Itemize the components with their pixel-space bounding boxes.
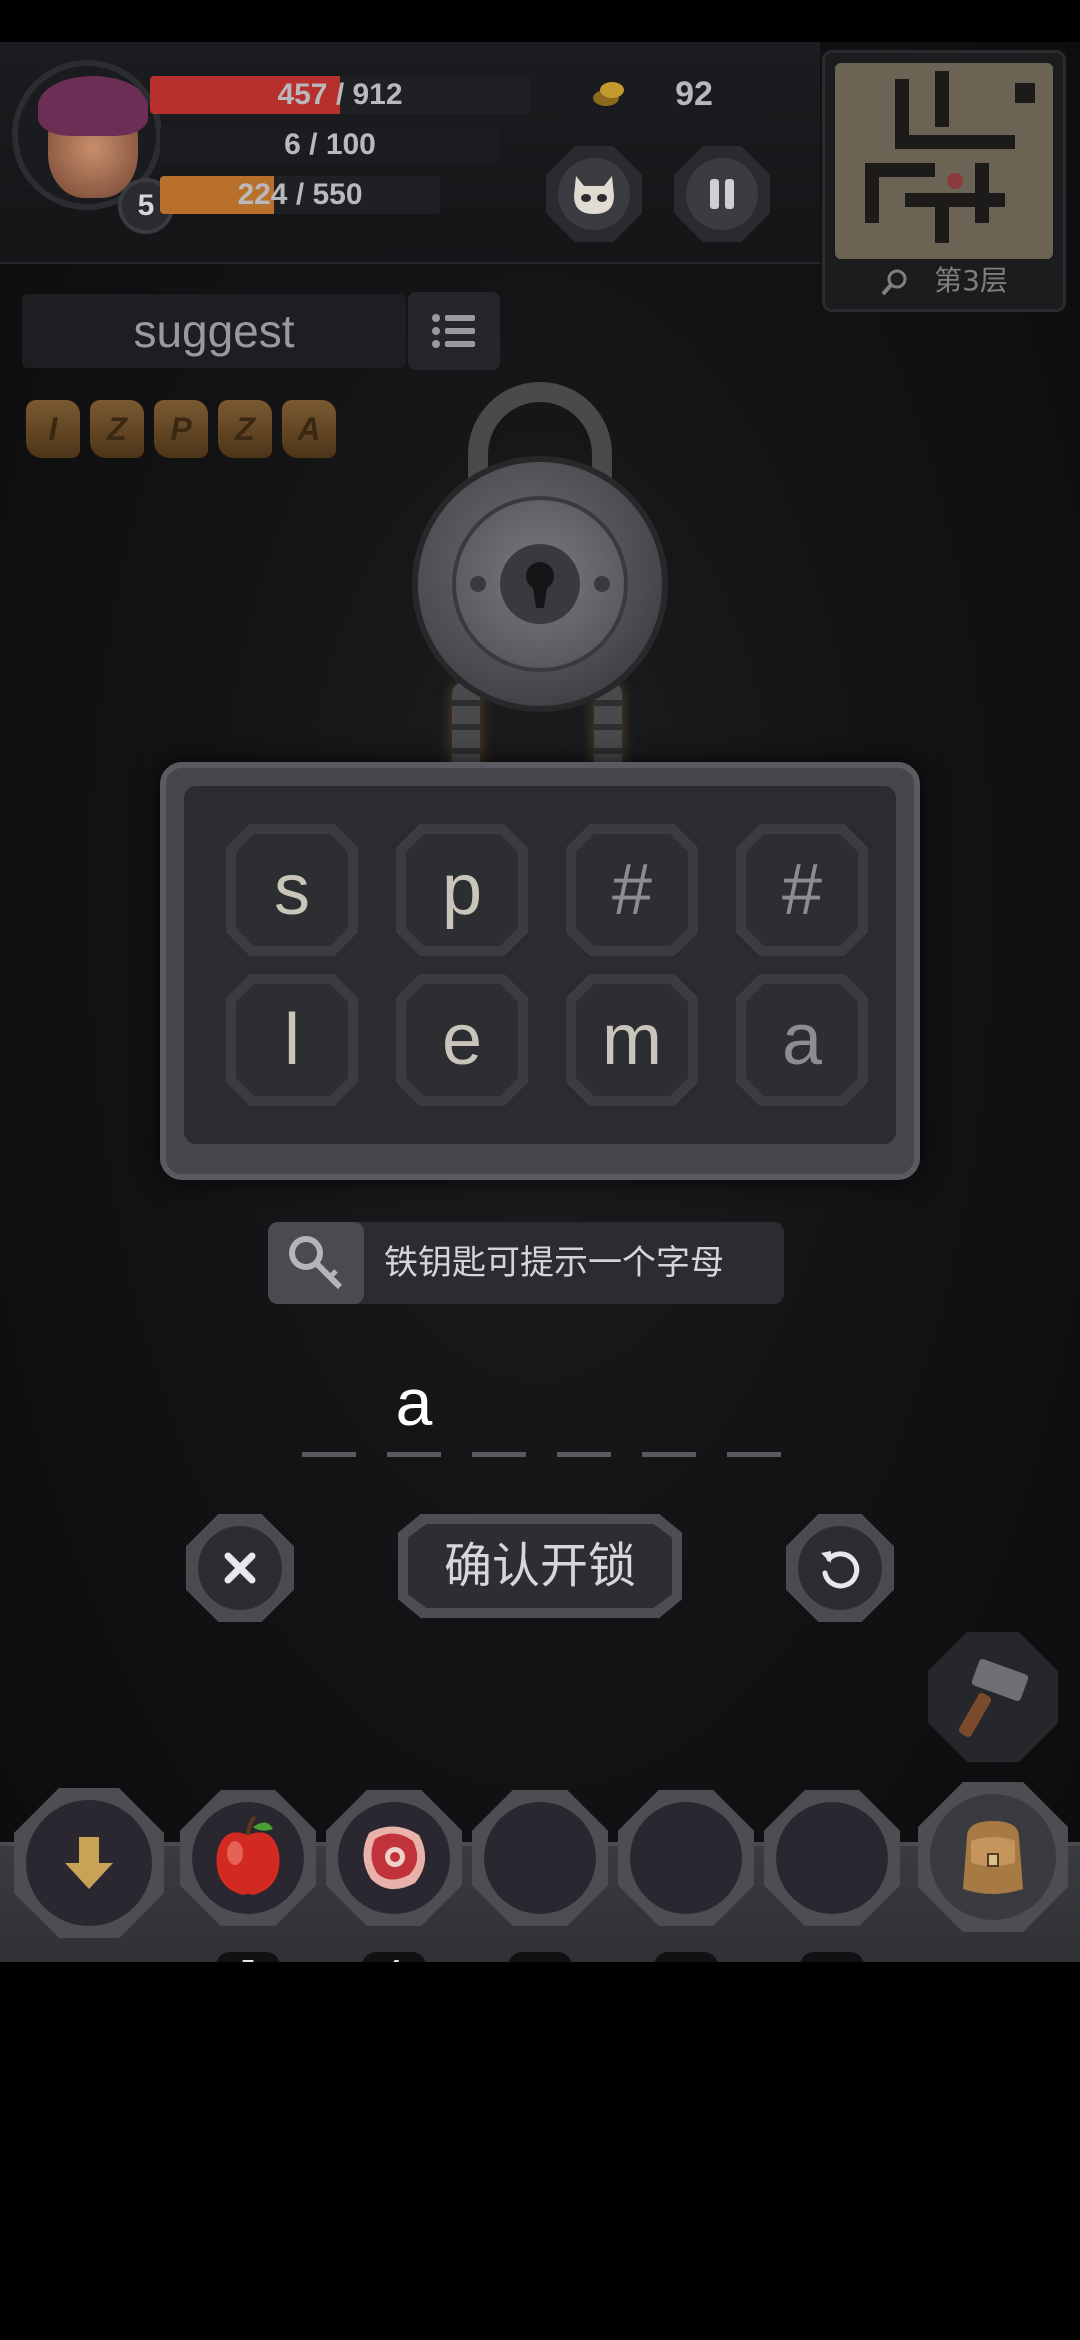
inventory-slot-apple[interactable] bbox=[180, 1790, 316, 1926]
key-hint-button[interactable]: 铁钥匙可提示一个字母 bbox=[268, 1222, 784, 1304]
rune-stone: I bbox=[26, 400, 80, 458]
item-count: 5 bbox=[216, 1952, 280, 1962]
letter-tile-label: p bbox=[406, 834, 518, 946]
item-count bbox=[654, 1952, 718, 1962]
letter-tile[interactable]: e bbox=[396, 974, 528, 1106]
avatar-hair bbox=[38, 76, 148, 136]
letter-tile[interactable]: l bbox=[226, 974, 358, 1106]
backpack-icon bbox=[930, 1794, 1056, 1920]
item-count: 4 bbox=[362, 1952, 426, 1962]
letter-tile-label: a bbox=[746, 984, 858, 1096]
coin-counter: 92 bbox=[568, 68, 760, 120]
list-icon bbox=[432, 314, 475, 348]
pause-icon bbox=[686, 158, 758, 230]
answer-letter bbox=[469, 1364, 529, 1434]
empty-slot bbox=[630, 1802, 742, 1914]
answer-slot-line bbox=[642, 1452, 696, 1457]
monster-icon bbox=[558, 158, 630, 230]
arrow-down-icon bbox=[26, 1800, 152, 1926]
inventory-slot-meat[interactable] bbox=[326, 1790, 462, 1926]
suggest-box[interactable]: suggest bbox=[22, 294, 406, 368]
answer-slot-line bbox=[472, 1452, 526, 1457]
monster-book-button[interactable] bbox=[546, 146, 642, 242]
mana-bar: 6 / 100 bbox=[160, 126, 500, 164]
list-button[interactable] bbox=[408, 292, 500, 370]
reset-button[interactable] bbox=[786, 1514, 894, 1622]
close-icon bbox=[198, 1526, 282, 1610]
inventory-slot-empty[interactable] bbox=[472, 1790, 608, 1926]
confirm-unlock-label: 确认开锁 bbox=[408, 1524, 672, 1608]
key-icon bbox=[268, 1222, 364, 1304]
maze-map bbox=[835, 63, 1053, 259]
answer-letter bbox=[639, 1364, 699, 1434]
hint-text: 铁钥匙可提示一个字母 bbox=[384, 1243, 724, 1283]
hammer-button[interactable] bbox=[928, 1632, 1058, 1762]
floor-label: 第3层 bbox=[825, 259, 1063, 303]
rune-stone: A bbox=[282, 400, 336, 458]
item-count bbox=[800, 1952, 864, 1962]
answer-slot-line bbox=[727, 1452, 781, 1457]
game-screen: 5 457 / 912 6 / 100 224 / 550 92 第3层 sug… bbox=[0, 42, 1080, 1962]
clear-button[interactable] bbox=[186, 1514, 294, 1622]
xp-bar: 224 / 550 bbox=[160, 176, 440, 214]
answer-slot-line bbox=[557, 1452, 611, 1457]
coin-icon bbox=[593, 82, 624, 106]
letter-tile-label: m bbox=[576, 984, 688, 1096]
letter-tile[interactable]: m bbox=[566, 974, 698, 1106]
pause-button[interactable] bbox=[674, 146, 770, 242]
meat-icon bbox=[338, 1802, 450, 1914]
xp-text: 224 / 550 bbox=[237, 178, 363, 211]
confirm-unlock-button[interactable]: 确认开锁 bbox=[398, 1514, 682, 1618]
floor-text: 第3层 bbox=[934, 264, 1008, 297]
letter-tile-label: # bbox=[746, 834, 858, 946]
letter-tile[interactable]: s bbox=[226, 824, 358, 956]
minimap-view bbox=[835, 63, 1053, 259]
hp-text: 457 / 912 bbox=[277, 78, 403, 111]
empty-slot bbox=[484, 1802, 596, 1914]
keyhole-icon bbox=[470, 544, 610, 624]
rune-stone: Z bbox=[218, 400, 272, 458]
inventory-slot-empty[interactable] bbox=[618, 1790, 754, 1926]
minimap[interactable]: 第3层 bbox=[822, 50, 1066, 312]
answer-slot-line bbox=[302, 1452, 356, 1457]
empty-slot bbox=[776, 1802, 888, 1914]
letter-tile-label: l bbox=[236, 984, 348, 1096]
rune-stone: Z bbox=[90, 400, 144, 458]
letter-tile-label: # bbox=[576, 834, 688, 946]
letter-board: s p # # l e m a bbox=[160, 762, 920, 1180]
drop-button[interactable] bbox=[14, 1788, 164, 1938]
apple-icon bbox=[192, 1802, 304, 1914]
answer-letter bbox=[724, 1364, 784, 1434]
backpack-button[interactable] bbox=[918, 1782, 1068, 1932]
letter-board-inner: s p # # l e m a bbox=[184, 786, 896, 1144]
letter-tile[interactable]: # bbox=[566, 824, 698, 956]
answer-slot-line bbox=[387, 1452, 441, 1457]
letter-tile-label: s bbox=[236, 834, 348, 946]
inventory-slot-empty[interactable] bbox=[764, 1790, 900, 1926]
answer-letter bbox=[299, 1364, 359, 1434]
hp-bar: 457 / 912 bbox=[150, 76, 530, 114]
padlock-face bbox=[452, 496, 628, 672]
mana-text: 6 / 100 bbox=[284, 128, 376, 161]
hammer-icon bbox=[958, 1659, 1029, 1737]
letter-tile[interactable]: # bbox=[736, 824, 868, 956]
search-icon bbox=[881, 269, 907, 296]
padlock bbox=[412, 456, 668, 712]
item-count bbox=[508, 1952, 572, 1962]
letter-tile[interactable]: a bbox=[736, 974, 868, 1106]
refresh-icon bbox=[798, 1526, 882, 1610]
letter-tile-label: e bbox=[406, 984, 518, 1096]
answer-letter: a bbox=[395, 1365, 433, 1439]
letter-tile[interactable]: p bbox=[396, 824, 528, 956]
coin-value: 92 bbox=[675, 75, 713, 113]
rune-stone: P bbox=[154, 400, 208, 458]
answer-letter bbox=[554, 1364, 614, 1434]
